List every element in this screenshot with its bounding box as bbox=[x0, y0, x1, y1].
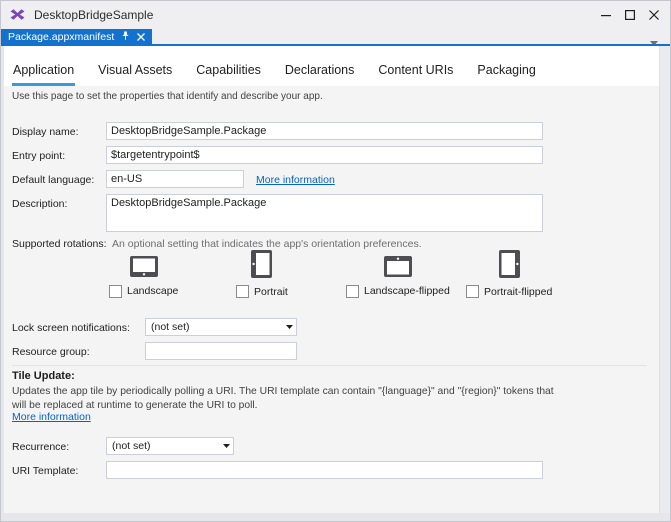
combo-arrow-icon bbox=[219, 444, 233, 448]
section-divider bbox=[12, 365, 647, 366]
landscape-flipped-checkbox[interactable] bbox=[346, 284, 359, 298]
description-input[interactable]: DesktopBridgeSample.Package bbox=[106, 194, 543, 232]
window-controls bbox=[594, 1, 666, 29]
landscape-icon bbox=[129, 256, 158, 277]
tab-close-icon[interactable] bbox=[137, 28, 146, 46]
supported-rotations-hint: An optional setting that indicates the a… bbox=[112, 238, 422, 250]
landscape-checkbox-label: Landscape bbox=[127, 285, 179, 297]
default-language-label: Default language: bbox=[12, 174, 95, 186]
portrait-flipped-icon bbox=[498, 250, 520, 278]
landscape-flipped-icon bbox=[383, 256, 412, 277]
rotation-option-landscape: Landscape bbox=[109, 253, 178, 298]
window-title: DesktopBridgeSample bbox=[34, 8, 154, 22]
vs-window: DesktopBridgeSample Package.appxmanifest bbox=[0, 0, 671, 522]
entry-point-label: Entry point: bbox=[12, 150, 66, 162]
minimize-icon[interactable] bbox=[594, 4, 618, 26]
title-bar: DesktopBridgeSample bbox=[1, 1, 670, 29]
portrait-flipped-checkbox-label: Portrait-flipped bbox=[484, 285, 553, 298]
lock-screen-notifications-label: Lock screen notifications: bbox=[12, 322, 130, 334]
tab-packaging[interactable]: Packaging bbox=[476, 63, 536, 86]
entry-point-input[interactable] bbox=[106, 146, 543, 164]
scrollbar-track[interactable] bbox=[659, 46, 670, 513]
close-icon[interactable] bbox=[642, 4, 666, 26]
document-tab-bar: Package.appxmanifest bbox=[1, 28, 670, 46]
rotation-option-landscape-flipped: Landscape-flipped bbox=[346, 253, 450, 298]
display-name-row: Display name: bbox=[4, 122, 659, 140]
tab-visual-assets[interactable]: Visual Assets bbox=[97, 63, 173, 86]
tab-application[interactable]: Application bbox=[12, 63, 76, 86]
combo-arrow-icon bbox=[282, 325, 296, 329]
portrait-icon bbox=[251, 250, 273, 278]
document-tab-label: Package.appxmanifest bbox=[8, 30, 115, 43]
default-language-input[interactable] bbox=[106, 170, 244, 188]
editor-tab-strip: Application Visual Assets Capabilities D… bbox=[4, 46, 659, 86]
supported-rotations-label: Supported rotations: bbox=[12, 238, 107, 250]
tab-declarations[interactable]: Declarations bbox=[284, 63, 355, 86]
description-label: Description: bbox=[12, 198, 68, 210]
recurrence-label: Recurrence: bbox=[12, 441, 70, 453]
description-row: Description: DesktopBridgeSample.Package bbox=[4, 194, 659, 232]
page-description: Use this page to set the properties that… bbox=[12, 91, 323, 102]
recurrence-value: (not set) bbox=[112, 440, 151, 452]
rotation-option-portrait: Portrait bbox=[236, 250, 288, 298]
entry-point-row: Entry point: bbox=[4, 146, 659, 164]
default-language-row: Default language: More information bbox=[4, 170, 659, 188]
recurrence-row: Recurrence: (not set) bbox=[4, 437, 659, 455]
uri-template-row: URI Template: bbox=[4, 461, 659, 479]
default-language-more-information-link[interactable]: More information bbox=[256, 174, 335, 186]
pin-icon[interactable] bbox=[121, 28, 130, 46]
tile-update-description: Updates the app tile by periodically pol… bbox=[12, 386, 554, 411]
tile-update-more-information-link[interactable]: More information bbox=[12, 411, 91, 423]
recurrence-select[interactable]: (not set) bbox=[106, 437, 234, 455]
document-tab[interactable]: Package.appxmanifest bbox=[1, 28, 153, 46]
landscape-flipped-checkbox-label: Landscape-flipped bbox=[364, 285, 450, 297]
lock-screen-notifications-select[interactable]: (not set) bbox=[145, 318, 297, 336]
maximize-icon[interactable] bbox=[618, 4, 642, 26]
display-name-label: Display name: bbox=[12, 126, 79, 138]
tile-update-heading: Tile Update: bbox=[12, 370, 75, 382]
uri-template-input[interactable] bbox=[106, 461, 543, 479]
display-name-input[interactable] bbox=[106, 122, 543, 140]
resource-group-input[interactable] bbox=[145, 342, 297, 360]
portrait-flipped-checkbox[interactable] bbox=[466, 285, 479, 298]
resource-group-row: Resource group: bbox=[4, 342, 659, 360]
tab-content-uris[interactable]: Content URIs bbox=[377, 63, 454, 86]
lock-screen-notifications-value: (not set) bbox=[151, 321, 190, 333]
tab-capabilities[interactable]: Capabilities bbox=[195, 63, 262, 86]
resource-group-label: Resource group: bbox=[12, 346, 90, 358]
manifest-editor: Application Visual Assets Capabilities D… bbox=[4, 46, 659, 513]
lock-screen-notifications-row: Lock screen notifications: (not set) bbox=[4, 318, 659, 336]
supported-rotations-row: Supported rotations: An optional setting… bbox=[4, 234, 659, 252]
vs-logo-icon bbox=[9, 6, 26, 23]
uri-template-label: URI Template: bbox=[12, 465, 79, 477]
portrait-checkbox-label: Portrait bbox=[254, 285, 288, 298]
rotation-option-portrait-flipped: Portrait-flipped bbox=[466, 250, 553, 298]
landscape-checkbox[interactable] bbox=[109, 284, 122, 298]
portrait-checkbox[interactable] bbox=[236, 285, 249, 298]
